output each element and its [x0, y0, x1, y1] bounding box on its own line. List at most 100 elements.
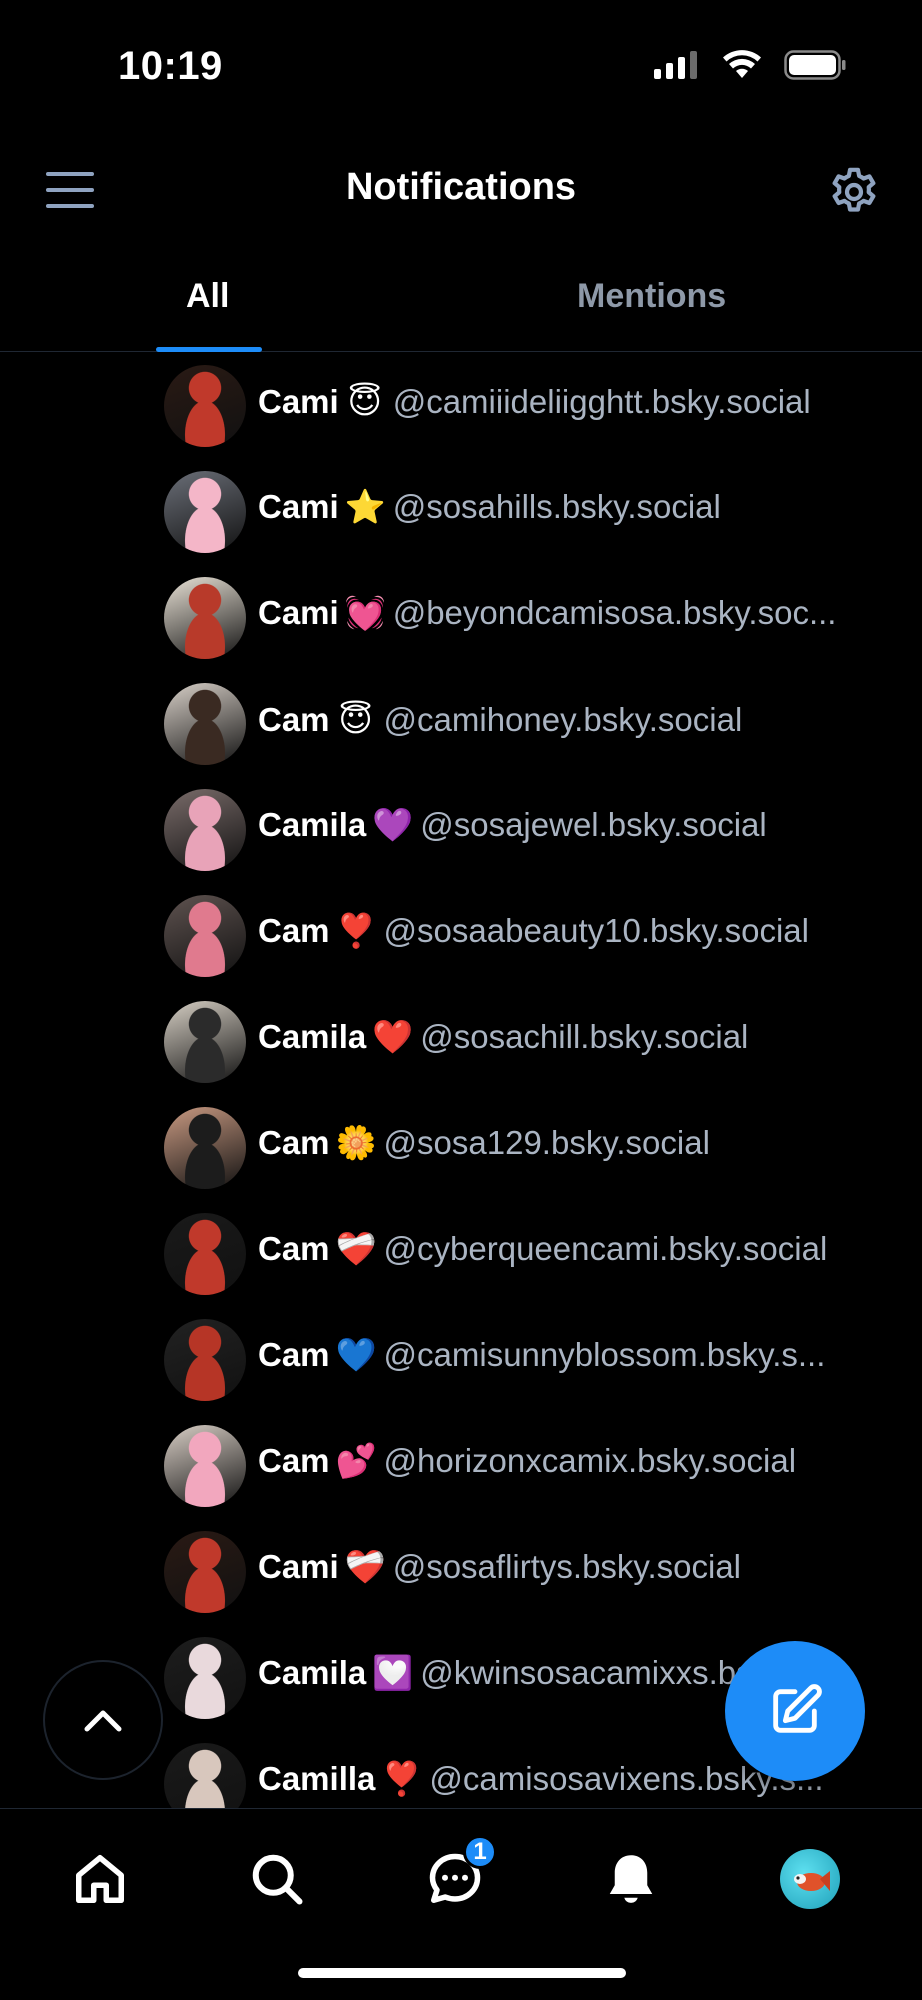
name-emoji: 💟 — [372, 1654, 414, 1691]
avatar[interactable] — [164, 471, 246, 553]
name-emoji: 😇 — [338, 701, 373, 738]
user-handle[interactable]: @camihoney.bsky.social — [384, 701, 743, 738]
display-name[interactable]: Cami — [258, 594, 339, 631]
name-emoji: 💙 — [335, 1336, 377, 1373]
display-name[interactable]: Cami — [258, 1548, 339, 1585]
gear-icon — [832, 167, 876, 212]
avatar[interactable] — [164, 1107, 246, 1189]
name-emoji: ❤️‍🩹 — [344, 1548, 386, 1585]
name-emoji: ❣️ — [381, 1760, 423, 1797]
nav-notifications-button[interactable] — [595, 1843, 667, 1915]
notification-item[interactable]: Cami 😇 @camiiideliigghtt.bsky.social — [0, 352, 922, 458]
display-name[interactable]: Cam — [258, 1124, 330, 1161]
name-emoji: 💜 — [372, 806, 414, 843]
avatar[interactable] — [164, 1001, 246, 1083]
name-emoji: ⭐ — [344, 488, 386, 525]
name-emoji: 💓 — [344, 594, 386, 631]
compose-icon — [773, 1684, 822, 1733]
name-emoji: 🌼 — [335, 1124, 377, 1161]
notification-item[interactable]: Cam 💕 @horizonxcamix.bsky.social — [0, 1412, 922, 1518]
profile-avatar-art — [794, 1871, 830, 1891]
user-handle[interactable]: @cyberqueencami.bsky.social — [384, 1230, 828, 1267]
notification-text: Cam 💙 @camisunnyblossom.bsky.s... — [258, 1336, 888, 1375]
name-emoji: 😇 — [347, 383, 382, 420]
settings-button[interactable] — [826, 164, 882, 220]
search-icon — [252, 1854, 303, 1905]
user-handle[interactable]: @sosachill.bsky.social — [420, 1018, 748, 1055]
name-emoji: ❤️‍🩹 — [335, 1230, 377, 1267]
user-handle[interactable]: @camiiideliigghtt.bsky.social — [393, 383, 811, 420]
profile-avatar — [780, 1849, 840, 1909]
avatar[interactable] — [164, 895, 246, 977]
avatar[interactable] — [164, 1213, 246, 1295]
avatar[interactable] — [164, 1319, 246, 1401]
display-name[interactable]: Cam — [258, 1336, 330, 1373]
header: Notifications — [0, 150, 922, 230]
avatar[interactable] — [164, 1425, 246, 1507]
user-handle[interactable]: @horizonxcamix.bsky.social — [384, 1442, 797, 1479]
nav-profile-button[interactable] — [774, 1843, 846, 1915]
tab-mentions[interactable]: Mentions — [577, 277, 726, 316]
display-name[interactable]: Cami — [258, 383, 339, 420]
notification-text: Cam 🌼 @sosa129.bsky.social — [258, 1124, 888, 1163]
compose-button[interactable] — [725, 1641, 865, 1781]
display-name[interactable]: Cam — [258, 912, 330, 949]
notification-item[interactable]: Cam 🌼 @sosa129.bsky.social — [0, 1094, 922, 1200]
notification-text: Camila 💜 @sosajewel.bsky.social — [258, 806, 888, 845]
home-indicator — [298, 1968, 626, 1978]
notification-item[interactable]: Cam 💙 @camisunnyblossom.bsky.s... — [0, 1306, 922, 1412]
notification-text: Camila ❤️ @sosachill.bsky.social — [258, 1018, 888, 1057]
notification-item[interactable]: Cami ❤️‍🩹 @sosaflirtys.bsky.social — [0, 1518, 922, 1624]
display-name[interactable]: Camila — [258, 1018, 366, 1055]
name-emoji: ❣️ — [335, 912, 377, 949]
notification-text: Cam ❤️‍🩹 @cyberqueencami.bsky.social — [258, 1230, 888, 1269]
tab-bar: All Mentions — [0, 265, 922, 352]
name-emoji: 💕 — [335, 1442, 377, 1479]
user-handle[interactable]: @sosaflirtys.bsky.social — [393, 1548, 741, 1585]
chat-badge: 1 — [463, 1835, 497, 1869]
user-handle[interactable]: @camisunnyblossom.bsky.s... — [384, 1336, 826, 1373]
avatar[interactable] — [164, 789, 246, 871]
display-name[interactable]: Cam — [258, 701, 330, 738]
user-handle[interactable]: @sosahills.bsky.social — [393, 488, 721, 525]
nav-home-button[interactable] — [64, 1843, 136, 1915]
display-name[interactable]: Camilla — [258, 1760, 375, 1797]
tab-all[interactable]: All — [186, 277, 229, 316]
notification-text: Cam 😇 @camihoney.bsky.social — [258, 700, 888, 739]
notification-text: Cami ❤️‍🩹 @sosaflirtys.bsky.social — [258, 1548, 888, 1587]
display-name[interactable]: Cami — [258, 488, 339, 525]
notification-item[interactable]: Camila ❤️ @sosachill.bsky.social — [0, 988, 922, 1094]
scroll-to-top-button[interactable] — [43, 1660, 163, 1780]
user-handle[interactable]: @sosajewel.bsky.social — [420, 806, 767, 843]
nav-chat-button[interactable]: 1 — [419, 1835, 497, 1915]
avatar[interactable] — [164, 1637, 246, 1719]
display-name[interactable]: Camila — [258, 1654, 366, 1691]
notification-item[interactable]: Cam 😇 @camihoney.bsky.social — [0, 670, 922, 776]
nav-search-button[interactable] — [241, 1843, 313, 1915]
notification-item[interactable]: Cam ❣️ @sosaabeauty10.bsky.social — [0, 882, 922, 988]
avatar[interactable] — [164, 683, 246, 765]
user-handle[interactable]: @beyondcamisosa.bsky.soc... — [393, 594, 837, 631]
chevron-up-icon — [84, 1710, 122, 1732]
battery-icon — [784, 50, 846, 80]
display-name[interactable]: Camila — [258, 806, 366, 843]
notification-item[interactable]: Camila 💜 @sosajewel.bsky.social — [0, 776, 922, 882]
avatar[interactable] — [164, 365, 246, 447]
notification-text: Cami ⭐ @sosahills.bsky.social — [258, 488, 888, 527]
user-handle[interactable]: @sosaabeauty10.bsky.social — [384, 912, 809, 949]
wifi-icon — [723, 50, 761, 78]
display-name[interactable]: Cam — [258, 1442, 330, 1479]
name-emoji: ❤️ — [372, 1018, 414, 1055]
notification-text: Cam ❣️ @sosaabeauty10.bsky.social — [258, 912, 888, 951]
notification-text: Cami 😇 @camiiideliigghtt.bsky.social — [258, 382, 888, 421]
display-name[interactable]: Cam — [258, 1230, 330, 1267]
notification-item[interactable]: Cam ❤️‍🩹 @cyberqueencami.bsky.social — [0, 1200, 922, 1306]
avatar[interactable] — [164, 1531, 246, 1613]
notification-item[interactable]: Cami 💓 @beyondcamisosa.bsky.soc... — [0, 564, 922, 670]
user-handle[interactable]: @sosa129.bsky.social — [384, 1124, 710, 1161]
notification-list[interactable]: Cami 😇 @camiiideliigghtt.bsky.social Cami ⭐ @… — [0, 352, 922, 1808]
avatar[interactable] — [164, 1743, 246, 1808]
avatar[interactable] — [164, 577, 246, 659]
home-icon — [76, 1855, 124, 1903]
notification-item[interactable]: Cami ⭐ @sosahills.bsky.social — [0, 458, 922, 564]
